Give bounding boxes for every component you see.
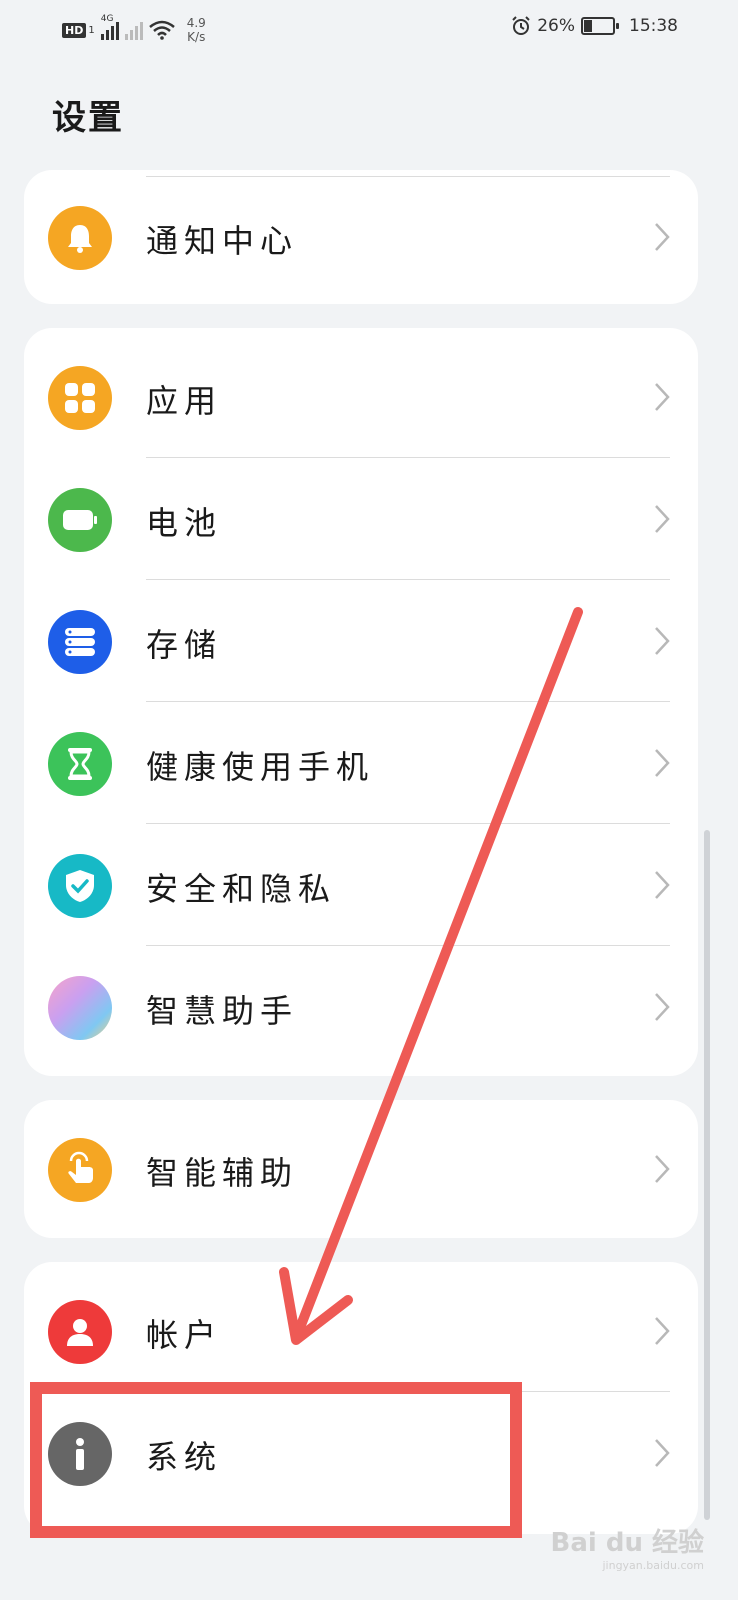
sim-number: 1 [88, 24, 95, 36]
chevron-right-icon [655, 993, 670, 1021]
wifi-icon [148, 20, 175, 40]
settings-item-label: 电池 [146, 504, 223, 542]
battery-icon [48, 488, 112, 552]
chevron-right-icon [655, 223, 670, 251]
page-title: 设置 [52, 98, 124, 138]
chevron-right-icon [655, 383, 670, 411]
signal-strength-icon: 4G [100, 14, 119, 40]
watermark-sub: jingyan.baidu.com [602, 1559, 704, 1572]
battery-percent: 26% [537, 16, 575, 36]
hand-tap-icon [48, 1138, 112, 1202]
info-icon [48, 1422, 112, 1486]
alarm-icon [512, 16, 530, 35]
settings-group-main: 应用 电池 存储 健康使用手机 安全和隐私 智慧助手 [24, 328, 698, 1076]
settings-group-accessibility: 智能辅助 [24, 1100, 698, 1238]
settings-item-account[interactable]: 帐户 [24, 1270, 698, 1392]
battery-icon [581, 17, 619, 35]
clock: 15:38 [629, 16, 678, 36]
settings-group-account-system: 帐户 系统 [24, 1262, 698, 1534]
settings-group-notifications: 通知中心 [24, 170, 698, 304]
scrollbar[interactable] [704, 830, 710, 1520]
signal-sim2-icon [124, 20, 143, 40]
settings-item-apps[interactable]: 应用 [24, 336, 698, 458]
chevron-right-icon [655, 871, 670, 899]
apps-grid-icon [48, 366, 112, 430]
settings-item-label: 健康使用手机 [146, 748, 375, 786]
settings-item-label: 应用 [146, 382, 223, 420]
settings-item-label: 智能辅助 [146, 1154, 299, 1192]
settings-item-label: 帐户 [146, 1316, 223, 1354]
settings-item-label: 安全和隐私 [146, 870, 337, 908]
settings-item-label: 通知中心 [146, 222, 299, 260]
smart-assistant-icon [48, 976, 112, 1040]
network-speed: 4.9 K/s [187, 16, 206, 44]
settings-item-smart-assistant[interactable]: 智慧助手 [24, 946, 698, 1068]
status-left: HD 1 4G 4.9 K/s [62, 14, 206, 44]
shield-check-icon [48, 854, 112, 918]
chevron-right-icon [655, 627, 670, 655]
network-type: 4G [100, 14, 114, 24]
baidu-watermark: Bai du 经验 jingyan.baidu.com [551, 1522, 705, 1572]
settings-item-system[interactable]: 系统 [24, 1392, 698, 1514]
storage-icon [48, 610, 112, 674]
chevron-right-icon [655, 749, 670, 777]
bell-icon [48, 206, 112, 270]
settings-item-digital-balance[interactable]: 健康使用手机 [24, 702, 698, 824]
chevron-right-icon [655, 505, 670, 533]
settings-item-label: 存储 [146, 626, 223, 664]
chevron-right-icon [655, 1439, 670, 1467]
person-icon [48, 1300, 112, 1364]
chevron-right-icon [655, 1155, 670, 1183]
settings-item-battery[interactable]: 电池 [24, 458, 698, 580]
chevron-right-icon [655, 1317, 670, 1345]
settings-item-accessibility[interactable]: 智能辅助 [24, 1108, 698, 1230]
status-right: 26% 15:38 [511, 16, 678, 36]
speed-unit: K/s [187, 30, 206, 44]
settings-item-label: 系统 [146, 1438, 223, 1476]
watermark-text: Bai du 经验 [550, 1528, 705, 1558]
settings-item-label: 智慧助手 [146, 992, 299, 1030]
hourglass-icon [48, 732, 112, 796]
hd-badge: HD [62, 22, 87, 38]
settings-item-storage[interactable]: 存储 [24, 580, 698, 702]
settings-item-security-privacy[interactable]: 安全和隐私 [24, 824, 698, 946]
settings-item-notification-center[interactable]: 通知中心 [24, 176, 698, 298]
status-bar: HD 1 4G 4.9 K/s 26% 15:38 [0, 0, 738, 60]
speed-value: 4.9 [186, 16, 206, 30]
